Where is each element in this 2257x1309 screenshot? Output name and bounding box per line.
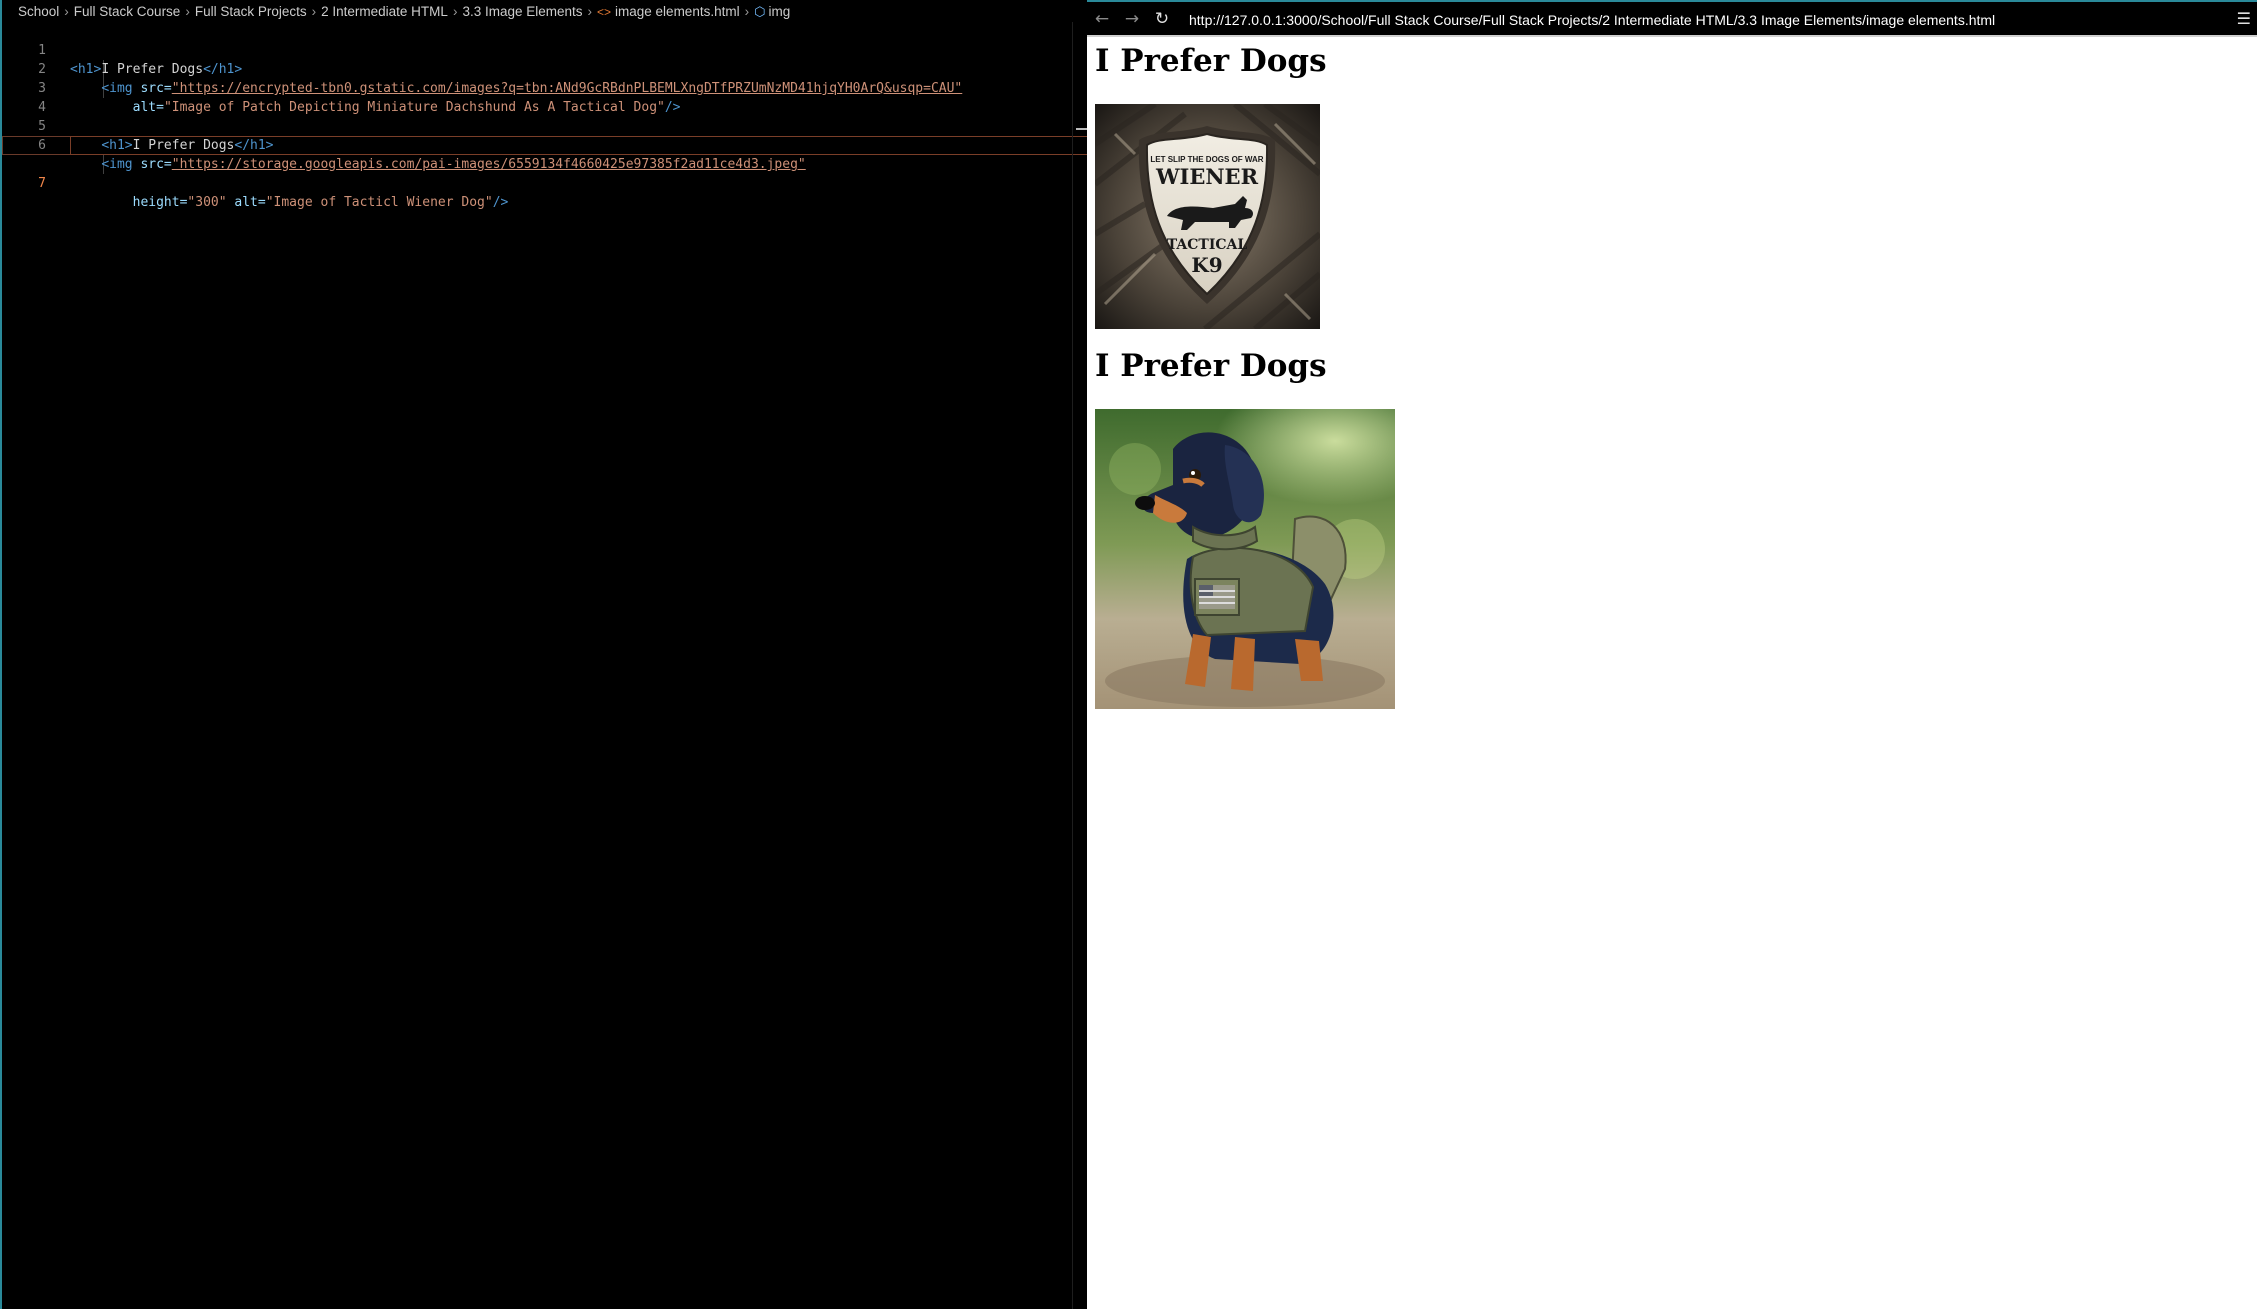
breadcrumb-item[interactable]: 2 Intermediate HTML bbox=[321, 4, 448, 19]
code-area[interactable]: 1 <h1>I Prefer Dogs</h1> 2 <img src="htt… bbox=[2, 22, 1089, 210]
chevron-right-icon: › bbox=[744, 4, 750, 19]
code-line[interactable]: 5 <h1>I Prefer Dogs</h1> bbox=[2, 98, 1089, 153]
html-file-icon: <> bbox=[597, 5, 612, 19]
flag-patch bbox=[1199, 585, 1235, 609]
breadcrumb-item[interactable]: School bbox=[18, 4, 59, 19]
breadcrumb-item[interactable]: Full Stack Course bbox=[74, 4, 181, 19]
forward-arrow-icon[interactable]: → bbox=[1121, 8, 1143, 30]
breadcrumb-item[interactable]: Full Stack Projects bbox=[195, 4, 307, 19]
page-heading: I Prefer Dogs bbox=[1095, 43, 1327, 79]
chevron-right-icon: › bbox=[64, 4, 69, 19]
hamburger-menu-icon[interactable]: ☰ bbox=[2237, 9, 2251, 28]
page-heading: I Prefer Dogs bbox=[1095, 348, 1327, 384]
code-line[interactable]: 4 bbox=[2, 79, 1089, 115]
patch-image: LET SLIP THE DOGS OF WAR WIENER TACTICAL… bbox=[1095, 104, 1320, 329]
patch-k9-text: K9 bbox=[1191, 253, 1222, 277]
reload-icon[interactable]: ↻ bbox=[1151, 8, 1173, 30]
breadcrumb: School › Full Stack Course › Full Stack Proj… bbox=[18, 2, 790, 22]
code-editor[interactable]: School › Full Stack Course › Full Stack Proj… bbox=[0, 0, 1089, 1309]
back-arrow-icon[interactable]: ← bbox=[1091, 8, 1113, 30]
patch-main-text: WIENER bbox=[1155, 164, 1259, 189]
code-line[interactable]: 2 <img src="https://encrypted-tbn0.gstat… bbox=[2, 41, 1089, 96]
chevron-right-icon: › bbox=[452, 4, 458, 19]
code-link[interactable]: "https://storage.googleapis.com/pai-imag… bbox=[172, 157, 806, 172]
code-line[interactable]: 1 <h1>I Prefer Dogs</h1> bbox=[2, 22, 1089, 77]
symbol-icon: ⬡ bbox=[754, 4, 766, 19]
address-bar[interactable]: http://127.0.0.1:3000/School/Full Stack … bbox=[1189, 9, 1995, 31]
patch-top-text: LET SLIP THE DOGS OF WAR bbox=[1150, 155, 1263, 164]
breadcrumb-item[interactable]: 3.3 Image Elements bbox=[462, 4, 582, 19]
chevron-right-icon: › bbox=[311, 4, 317, 19]
code-line[interactable]: 3 alt="Image of Patch Depicting Miniatur… bbox=[2, 60, 1089, 115]
page-content: I Prefer Dogs LET SLIP THE DOGS OF WAR W… bbox=[1087, 37, 2257, 1309]
code-line-active[interactable]: 7 height="300" alt="Image of Tacticl Wie… bbox=[2, 136, 1089, 210]
browser-toolbar: ← → ↻ http://127.0.0.1:3000/School/Full … bbox=[1087, 0, 2257, 37]
breadcrumb-symbol[interactable]: img bbox=[768, 4, 790, 19]
tactical-dachshund-image bbox=[1095, 409, 1395, 709]
editor-scrollbar[interactable] bbox=[1072, 22, 1073, 1309]
current-line-highlight bbox=[70, 136, 1089, 155]
patch-sub-text: TACTICAL bbox=[1167, 237, 1248, 253]
tactical-dog-image bbox=[1095, 409, 1395, 709]
line-number: 7 bbox=[38, 176, 46, 191]
code-line[interactable]: 6 <img src="https://storage.googleapis.c… bbox=[2, 117, 1089, 172]
chevron-right-icon: › bbox=[185, 4, 190, 19]
dachshund-patch-image: LET SLIP THE DOGS OF WAR WIENER TACTICAL… bbox=[1095, 104, 1320, 329]
code-text: height="300" alt="Image of Tacticl Wiene… bbox=[132, 195, 509, 210]
code-text: <img src="https://storage.googleapis.com… bbox=[101, 157, 806, 172]
chevron-right-icon: › bbox=[587, 4, 593, 19]
breadcrumb-file[interactable]: image elements.html bbox=[615, 4, 740, 19]
browser-preview: ← → ↻ http://127.0.0.1:3000/School/Full … bbox=[1087, 0, 2257, 1309]
